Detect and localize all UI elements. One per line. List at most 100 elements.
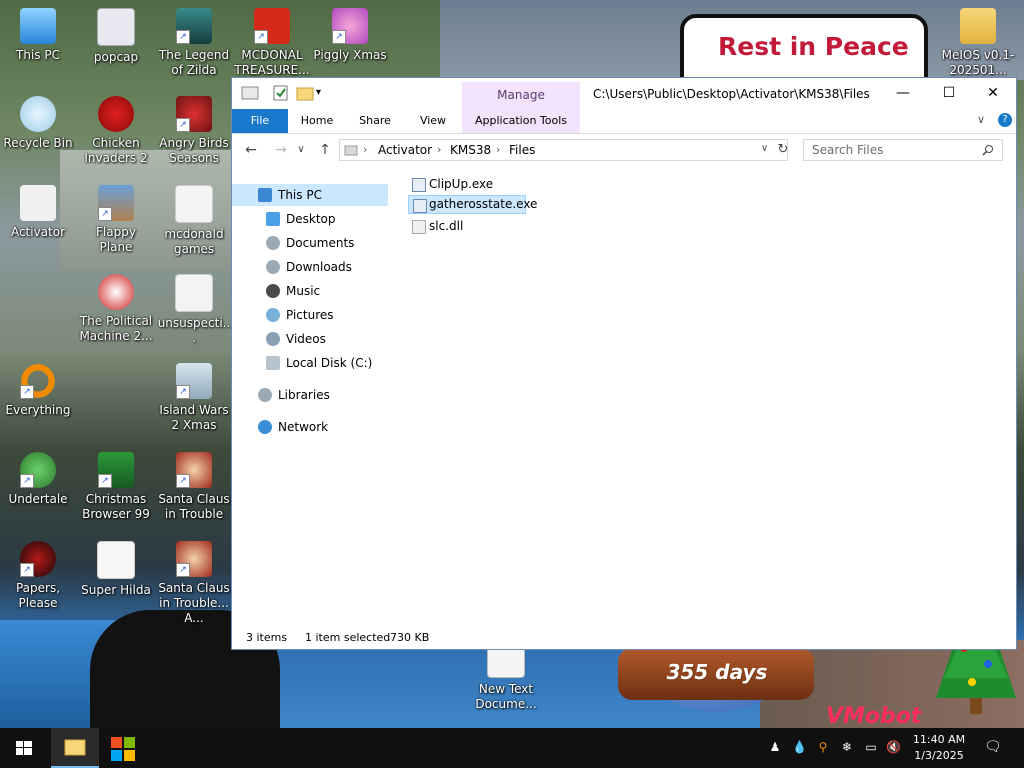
search-ring-icon: ↗ bbox=[20, 363, 56, 399]
properties-icon[interactable] bbox=[272, 85, 290, 101]
file-item-clipup[interactable]: ClipUp.exe bbox=[408, 175, 498, 194]
desktop-icon-piggly-xmas[interactable]: ↗ Piggly Xmas bbox=[312, 8, 388, 63]
notifications-icon[interactable]: 🗨 bbox=[984, 740, 1002, 754]
desktop-icon-christmas-browser[interactable]: ↗ Christmas Browser 99 bbox=[78, 452, 154, 522]
desktop-icon-undertale[interactable]: ↗ Undertale bbox=[0, 452, 76, 507]
desktop-icon-flappy-plane[interactable]: ↗ Flappy Plane bbox=[78, 185, 154, 255]
nav-item-local-disk[interactable]: Local Disk (C:) bbox=[232, 352, 388, 374]
desktop-icon-mcdonald-games[interactable]: mcdonald games bbox=[156, 185, 232, 257]
file-list: ClipUp.exe gatherosstate.exe slc.dll bbox=[402, 173, 962, 573]
desktop-icon-activator[interactable]: Activator bbox=[0, 185, 76, 240]
tray-search-icon[interactable]: ⚲ bbox=[816, 740, 830, 754]
desktop-icon-island-wars[interactable]: ↗ Island Wars 2 Xmas bbox=[156, 363, 232, 433]
desktop-icon-everything[interactable]: ↗ Everything bbox=[0, 363, 76, 418]
desktop-icon-super-hilda[interactable]: Super Hilda bbox=[78, 541, 154, 598]
nav-item-libraries[interactable]: Libraries bbox=[232, 384, 388, 406]
start-button[interactable] bbox=[0, 728, 48, 768]
back-arrow-icon[interactable]: ← bbox=[242, 141, 260, 159]
desktop-icon-unsuspecting[interactable]: unsuspecti... bbox=[156, 274, 232, 346]
file-item-gatherosstate[interactable]: gatherosstate.exe bbox=[408, 195, 537, 214]
desktop-icon-papers-please[interactable]: ↗ Papers, Please bbox=[0, 541, 76, 611]
desktop-icon-recycle-bin[interactable]: Recycle Bin bbox=[0, 96, 76, 151]
desktop-icon-new-text-document[interactable]: New Text Docume... bbox=[468, 640, 544, 712]
minimize-button[interactable]: — bbox=[880, 78, 926, 109]
tab-file[interactable]: File bbox=[232, 109, 288, 133]
desktop-icon-angry-birds[interactable]: ↗ Angry Birds Seasons bbox=[156, 96, 232, 166]
maximize-button[interactable]: ☐ bbox=[926, 78, 972, 109]
chicken-invaders-icon bbox=[98, 96, 134, 132]
island-wars-icon: ↗ bbox=[176, 363, 212, 399]
search-icon[interactable] bbox=[982, 144, 994, 156]
clock-time: 11:40 AM bbox=[912, 733, 966, 746]
santa-icon: ↗ bbox=[176, 541, 212, 577]
tab-share[interactable]: Share bbox=[354, 109, 396, 133]
shortcut-arrow-icon: ↗ bbox=[176, 563, 190, 577]
expand-ribbon-icon[interactable]: ∨ bbox=[977, 113, 985, 126]
papers-please-icon: ↗ bbox=[20, 541, 56, 577]
music-icon bbox=[266, 284, 280, 298]
shortcut-arrow-icon: ↗ bbox=[254, 30, 268, 44]
new-folder-icon[interactable] bbox=[296, 85, 314, 101]
nav-item-pictures[interactable]: Pictures bbox=[232, 304, 388, 326]
desktop-icon-political-machine[interactable]: The Political Machine 2... bbox=[78, 274, 154, 344]
water-drop-icon[interactable]: 💧 bbox=[792, 740, 807, 754]
documents-icon bbox=[266, 236, 280, 250]
breadcrumb-files[interactable]: Files bbox=[509, 143, 535, 157]
desktop-icon-santa-claus-2[interactable]: ↗ Santa Claus in Trouble... A... bbox=[156, 541, 232, 626]
search-box[interactable]: Search Files bbox=[803, 139, 1003, 161]
desktop-icon-legend-of-zilda[interactable]: ↗ The Legend of Zilda bbox=[156, 8, 232, 78]
tab-application-tools[interactable]: Application Tools bbox=[462, 109, 580, 133]
address-bar[interactable]: › Activator › KMS38 › Files ∨ bbox=[339, 139, 788, 161]
popcap-icon bbox=[97, 8, 135, 46]
exe-icon bbox=[413, 199, 427, 213]
recent-locations-icon[interactable]: ∨ bbox=[292, 141, 310, 159]
network-icon[interactable]: ▭ bbox=[864, 740, 878, 754]
nav-item-downloads[interactable]: Downloads bbox=[232, 256, 388, 278]
desktop-icon-meios[interactable]: MeIOS v0.1-202501... bbox=[935, 8, 1021, 78]
shortcut-arrow-icon: ↗ bbox=[176, 474, 190, 488]
file-explorer-window: ▾ Manage C:\Users\Public\Desktop\Activat… bbox=[231, 77, 1017, 650]
nav-item-music[interactable]: Music bbox=[232, 280, 388, 302]
breadcrumb-kms38[interactable]: KMS38 bbox=[450, 143, 491, 157]
shortcut-arrow-icon: ↗ bbox=[20, 474, 34, 488]
desktop-icon-chicken-invaders[interactable]: Chicken Invaders 2 bbox=[78, 96, 154, 166]
refresh-icon[interactable]: ↻ bbox=[774, 141, 792, 159]
help-icon[interactable]: ? bbox=[998, 113, 1012, 127]
close-button[interactable]: ✕ bbox=[970, 78, 1016, 109]
clock-date: 1/3/2025 bbox=[914, 749, 964, 762]
tray-app-icon[interactable]: ♟ bbox=[768, 740, 782, 754]
network-icon bbox=[258, 420, 272, 434]
desktop-icon-santa-claus[interactable]: ↗ Santa Claus in Trouble bbox=[156, 452, 232, 522]
nav-item-this-pc[interactable]: This PC bbox=[232, 184, 388, 206]
nav-item-desktop[interactable]: Desktop bbox=[232, 208, 388, 230]
up-arrow-icon[interactable]: ↑ bbox=[316, 141, 334, 159]
address-dropdown-icon[interactable]: ∨ bbox=[761, 143, 768, 154]
clock[interactable]: 11:40 AM 1/3/2025 bbox=[906, 732, 972, 764]
taskbar-file-explorer[interactable] bbox=[51, 728, 99, 768]
folder-icon bbox=[175, 185, 213, 223]
snowflake-icon[interactable]: ❄ bbox=[840, 740, 854, 754]
computer-icon bbox=[258, 188, 272, 202]
breadcrumb-activator[interactable]: Activator bbox=[378, 143, 432, 157]
tab-home[interactable]: Home bbox=[296, 109, 338, 133]
tab-view[interactable]: View bbox=[412, 109, 454, 133]
quick-access-dropdown-icon[interactable]: ▾ bbox=[316, 85, 334, 101]
desktop-icon-popcap[interactable]: popcap bbox=[78, 8, 154, 65]
desktop-icon-mcdonal-treasure[interactable]: ↗ MCDONAL TREASURE... bbox=[234, 8, 310, 78]
volume-muted-icon[interactable]: 🔇 bbox=[886, 740, 901, 754]
desktop-icon-this-pc[interactable]: This PC bbox=[0, 8, 76, 63]
file-icon bbox=[175, 274, 213, 312]
zip-folder-icon bbox=[960, 8, 996, 44]
forward-arrow-icon[interactable]: → bbox=[272, 141, 290, 159]
mcdonalds-icon: ↗ bbox=[254, 8, 290, 44]
recycle-bin-icon bbox=[20, 96, 56, 132]
nav-item-documents[interactable]: Documents bbox=[232, 232, 388, 254]
nav-item-network[interactable]: Network bbox=[232, 416, 388, 438]
file-item-slc[interactable]: slc.dll bbox=[408, 217, 488, 236]
taskbar-app[interactable] bbox=[99, 728, 147, 768]
shortcut-arrow-icon: ↗ bbox=[98, 474, 112, 488]
nav-item-videos[interactable]: Videos bbox=[232, 328, 388, 350]
breadcrumb-separator: › bbox=[363, 143, 368, 156]
manage-tab[interactable]: Manage bbox=[462, 88, 580, 102]
undertale-icon: ↗ bbox=[20, 452, 56, 488]
